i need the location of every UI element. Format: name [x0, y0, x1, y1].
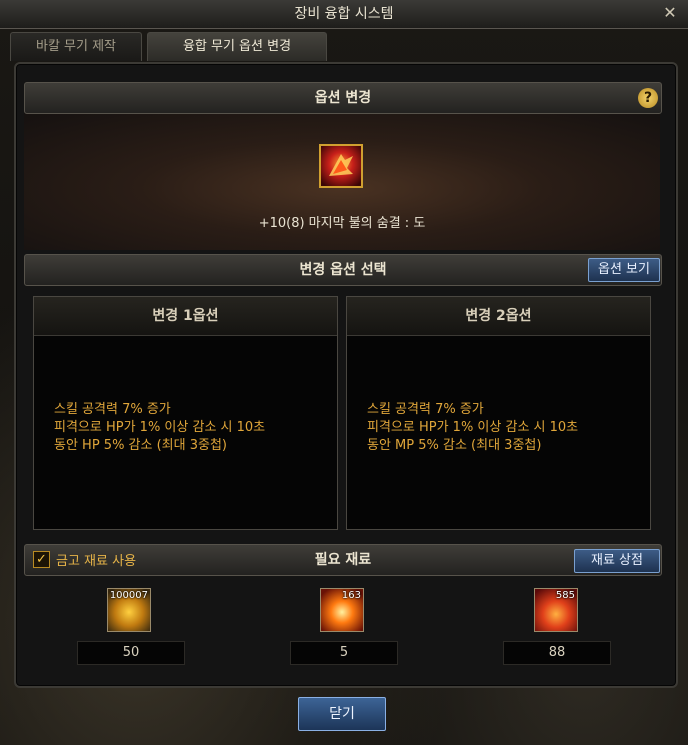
- option-change-title: 옵션 변경: [314, 90, 372, 106]
- option1-description: 스킬 공격력 7% 증가 피격으로 HP가 1% 이상 감소 시 10초 동안 …: [54, 401, 265, 455]
- use-storage-checkbox[interactable]: ✓: [33, 551, 50, 568]
- tab-bakal-weapon-craft[interactable]: 바칼 무기 제작: [10, 32, 142, 61]
- option1-title: 변경 1옵션: [34, 297, 337, 336]
- option1-line: 피격으로 HP가 1% 이상 감소 시 10초: [54, 420, 266, 435]
- flame-dragon-weapon-icon[interactable]: [319, 144, 363, 188]
- option2-description: 스킬 공격력 7% 증가 피격으로 HP가 1% 이상 감소 시 10초 동안 …: [367, 401, 578, 455]
- material-owned-count: 163: [341, 590, 361, 601]
- gold-gem-icon[interactable]: 100007: [107, 588, 151, 632]
- material-owned-count: 100007: [109, 590, 148, 601]
- option1-line: 동안 HP 5% 감소 (최대 3중첩): [54, 438, 227, 453]
- option2-line: 동안 MP 5% 감소 (최대 3중첩): [367, 438, 542, 453]
- use-storage-label[interactable]: 금고 재료 사용: [56, 550, 136, 569]
- material-required-value: 88: [503, 641, 611, 665]
- fire-orb-icon[interactable]: 163: [320, 588, 364, 632]
- view-options-button[interactable]: 옵션 보기: [588, 258, 660, 282]
- select-option-header: 변경 옵션 선택: [24, 254, 662, 286]
- option2-title: 변경 2옵션: [347, 297, 650, 336]
- flame-burst-icon[interactable]: 585: [534, 588, 578, 632]
- option1-line: 스킬 공격력 7% 증가: [54, 402, 171, 417]
- option2-line: 피격으로 HP가 1% 이상 감소 시 10초: [367, 420, 579, 435]
- required-materials-title: 필요 재료: [314, 552, 372, 568]
- material-required-value: 50: [77, 641, 185, 665]
- option-change-header: 옵션 변경: [24, 82, 662, 114]
- select-option-title: 변경 옵션 선택: [299, 262, 387, 278]
- item-name: +10(8) 마지막 불의 숨결 : 도: [258, 216, 426, 231]
- tab-fusion-weapon-option-change[interactable]: 융합 무기 옵션 변경: [147, 32, 327, 61]
- material-required-value: 5: [290, 641, 398, 665]
- option2-line: 스킬 공격력 7% 증가: [367, 402, 484, 417]
- close-button[interactable]: 닫기: [298, 697, 386, 731]
- help-icon[interactable]: ?: [638, 88, 658, 108]
- option1-panel[interactable]: 변경 1옵션 스킬 공격력 7% 증가 피격으로 HP가 1% 이상 감소 시 …: [33, 296, 338, 530]
- material-owned-count: 585: [555, 590, 575, 601]
- window-title: 장비 융합 시스템: [0, 0, 688, 29]
- material-shop-button[interactable]: 재료 상점: [574, 549, 660, 573]
- option2-panel[interactable]: 변경 2옵션 스킬 공격력 7% 증가 피격으로 HP가 1% 이상 감소 시 …: [346, 296, 651, 530]
- close-icon[interactable]: ✕: [660, 3, 680, 23]
